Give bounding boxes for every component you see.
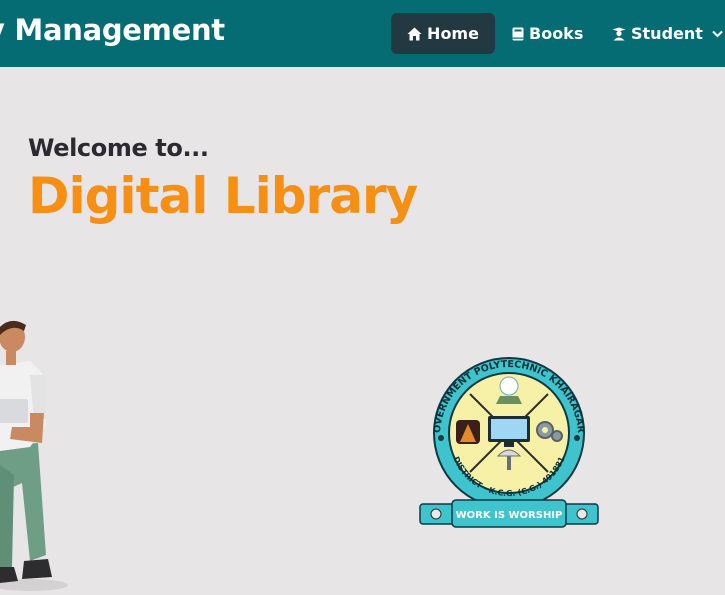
hero-title: Digital Library xyxy=(28,167,418,225)
logo-banner-text: WORK IS WORSHIP xyxy=(456,510,563,521)
home-icon xyxy=(407,27,422,41)
student-icon xyxy=(612,27,626,41)
welcome-text: Welcome to... xyxy=(28,134,209,162)
nav-student-label: Student xyxy=(631,24,703,43)
chevron-down-icon xyxy=(712,30,723,38)
nav-books[interactable]: Books xyxy=(512,13,583,54)
nav-home[interactable]: Home xyxy=(391,13,495,54)
nav-student-dropdown[interactable]: Student xyxy=(612,13,723,54)
college-logo: GOVERNMENT POLYTECHNIC KHAIRAGARH DISTRI… xyxy=(418,348,599,528)
student-illustration xyxy=(0,320,68,591)
nav-books-label: Books xyxy=(529,24,584,43)
top-navbar: ry Management Home Books Student xyxy=(0,0,725,67)
nav-home-label: Home xyxy=(427,24,479,43)
brand-title[interactable]: ry Management xyxy=(0,13,225,47)
book-icon xyxy=(512,27,524,41)
